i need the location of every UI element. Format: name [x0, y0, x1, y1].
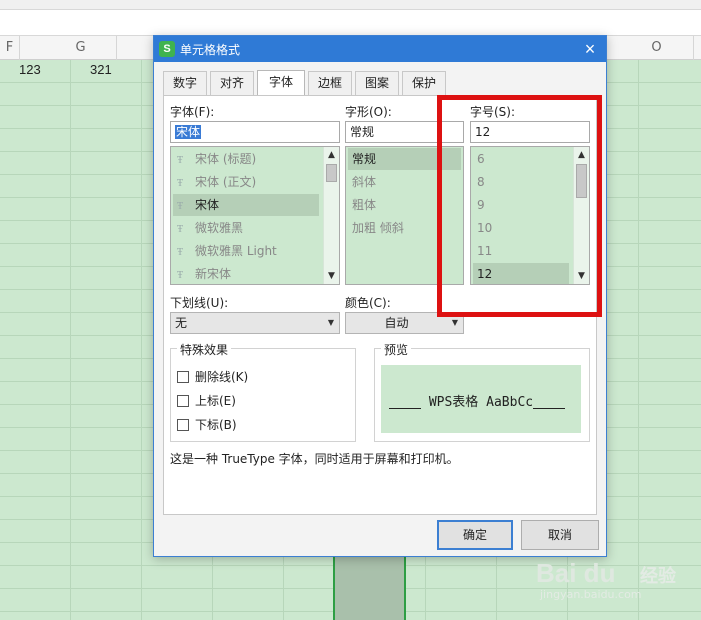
font-note: 这是一种 TrueType 字体，同时适用于屏幕和打印机。 — [170, 452, 459, 466]
underline-value: 无 — [175, 316, 188, 330]
subscript-checkbox[interactable]: 下标(B) — [177, 417, 237, 433]
font-item-label: 微软雅黑 Light — [195, 244, 277, 258]
wps-logo-icon: S — [159, 41, 175, 57]
tab-protection[interactable]: 保护 — [402, 71, 446, 95]
checkbox-box[interactable] — [177, 395, 189, 407]
font-item-label: 微软雅黑 — [195, 221, 244, 235]
column-header-g[interactable]: G — [45, 36, 117, 60]
truetype-icon: Ŧ — [177, 247, 184, 258]
truetype-icon: Ŧ — [177, 178, 184, 189]
effects-group: 特殊效果 删除线(K) 上标(E) 下标(B) — [170, 341, 356, 442]
truetype-icon: Ŧ — [177, 224, 184, 235]
font-item-label: 宋体 (正文) — [195, 175, 257, 189]
toolbar-strip — [0, 0, 701, 10]
tab-alignment[interactable]: 对齐 — [210, 71, 254, 95]
checkbox-box[interactable] — [177, 419, 189, 431]
color-label: 颜色(C): — [345, 296, 391, 310]
cell-f1[interactable]: 123 — [19, 62, 41, 77]
subscript-label: 下标(B) — [195, 418, 237, 432]
font-name-value: 宋体 — [175, 125, 202, 139]
dialog-title: 单元格格式 — [180, 43, 241, 57]
baidu-logo: Bai du — [536, 558, 616, 588]
font-name-input[interactable]: 宋体 — [170, 121, 340, 143]
column-header-o[interactable]: O — [620, 36, 694, 60]
underline-dropdown[interactable]: 无 ▼ — [170, 312, 340, 334]
font-list-item[interactable]: Ŧ 宋体 (正文) — [173, 171, 319, 193]
superscript-checkbox[interactable]: 上标(E) — [177, 393, 236, 409]
truetype-icon: Ŧ — [177, 270, 184, 281]
tab-font[interactable]: 字体 — [257, 70, 305, 96]
dialog-titlebar[interactable]: S 单元格格式 × — [154, 36, 606, 62]
font-item-label: 新宋体 — [195, 267, 232, 281]
close-button[interactable]: × — [580, 39, 600, 59]
dropdown-arrow-icon: ▼ — [327, 318, 334, 327]
preview-text: WPS表格 AaBbCc — [389, 391, 566, 410]
effects-title: 特殊效果 — [177, 341, 232, 358]
truetype-icon: Ŧ — [177, 201, 184, 212]
superscript-label: 上标(E) — [195, 394, 236, 408]
color-value: 自动 — [384, 316, 409, 330]
column-header-f[interactable]: F — [0, 36, 20, 60]
strikethrough-checkbox[interactable]: 删除线(K) — [177, 369, 248, 385]
style-label: 字形(O): — [345, 105, 392, 119]
font-list-item[interactable]: Ŧ 宋体 (标题) — [173, 148, 319, 170]
font-label: 字体(F): — [170, 105, 215, 119]
font-item-label: 宋体 — [195, 198, 220, 212]
ok-button[interactable]: 确定 — [437, 520, 513, 550]
font-list-item[interactable]: Ŧ 微软雅黑 Light — [173, 240, 319, 262]
underline-label: 下划线(U): — [170, 296, 229, 310]
scroll-up-icon[interactable]: ▲ — [324, 148, 339, 162]
size-highlight-annotation — [437, 95, 602, 317]
preview-group: 预览 WPS表格 AaBbCc — [374, 341, 590, 442]
tab-border[interactable]: 边框 — [308, 71, 352, 95]
preview-box: WPS表格 AaBbCc — [381, 365, 581, 433]
preview-title: 预览 — [381, 341, 412, 358]
font-list[interactable]: Ŧ 宋体 (标题) Ŧ 宋体 (正文) Ŧ 宋体 Ŧ 微软雅黑 Ŧ 微软雅黑 Light … — [170, 146, 340, 285]
baidu-jingyan-watermark: Bai du 经验 jingyan.baidu.com — [536, 550, 696, 610]
strikethrough-label: 删除线(K) — [195, 370, 249, 384]
font-list-item[interactable]: Ŧ 微软雅黑 — [173, 217, 319, 239]
watermark-name: 经验 — [640, 566, 676, 587]
formula-bar[interactable] — [0, 10, 701, 36]
scroll-thumb[interactable] — [326, 164, 337, 182]
checkbox-box[interactable] — [177, 371, 189, 383]
cell-g1[interactable]: 321 — [90, 62, 112, 77]
watermark-url: jingyan.baidu.com — [540, 588, 642, 601]
cancel-button[interactable]: 取消 — [521, 520, 599, 550]
scroll-down-icon[interactable]: ▼ — [324, 269, 339, 283]
tab-number[interactable]: 数字 — [163, 71, 207, 95]
font-item-label: 宋体 (标题) — [195, 152, 257, 166]
tab-pattern[interactable]: 图案 — [355, 71, 399, 95]
truetype-icon: Ŧ — [177, 155, 184, 166]
font-list-scrollbar[interactable]: ▲ ▼ — [323, 147, 339, 284]
font-list-item[interactable]: Ŧ 新宋体 — [173, 263, 319, 284]
font-list-item-selected[interactable]: Ŧ 宋体 — [173, 194, 319, 216]
